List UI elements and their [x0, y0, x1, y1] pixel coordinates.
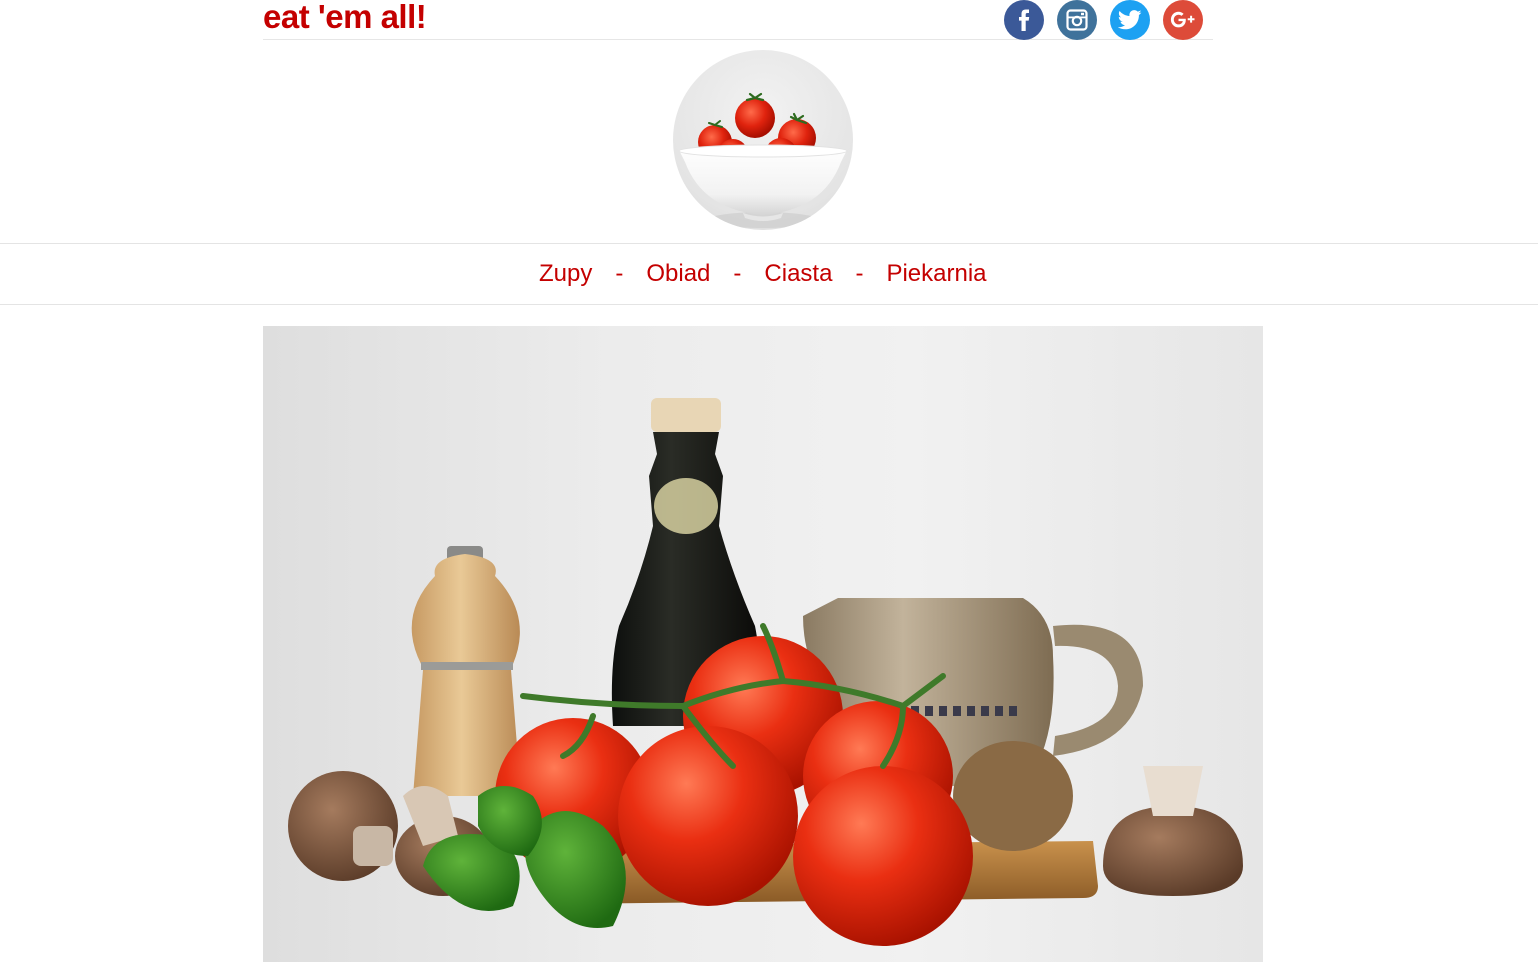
nav-item-piekarnia[interactable]: Piekarnia: [886, 260, 986, 288]
site-title[interactable]: eat 'em all!: [263, 0, 427, 36]
nav-item-obiad[interactable]: Obiad: [646, 260, 710, 288]
nav-item-zupy[interactable]: Zupy: [539, 260, 592, 288]
nav-item-ciasta[interactable]: Ciasta: [764, 260, 832, 288]
top-bar: eat 'em all!: [263, 0, 1213, 40]
nav-separator: -: [855, 260, 864, 287]
nav-separator: -: [615, 260, 624, 287]
hero-image: [263, 326, 1263, 962]
twitter-icon[interactable]: [1110, 0, 1150, 40]
nav-separator: -: [733, 260, 742, 287]
facebook-icon[interactable]: [1004, 0, 1044, 40]
instagram-icon[interactable]: [1057, 0, 1097, 40]
tomato-bowl-image: [678, 92, 848, 228]
google-plus-icon[interactable]: [1163, 0, 1203, 40]
main-nav: Zupy - Obiad - Ciasta - Piekarnia: [0, 243, 1538, 305]
still-life-photo: [288, 398, 1243, 946]
site-logo[interactable]: [673, 50, 853, 230]
